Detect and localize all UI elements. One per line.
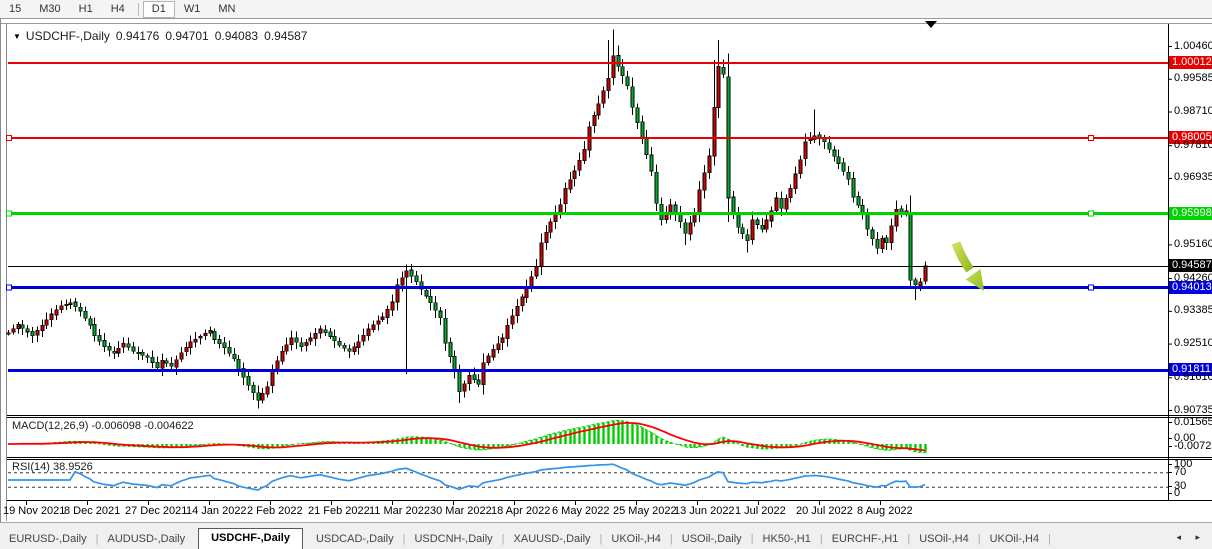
price-axis-label: 1.00460 xyxy=(1174,41,1212,52)
price-axis-label: 0.91610 xyxy=(1174,372,1212,383)
price-axis-label: 0.90735 xyxy=(1174,405,1212,416)
date-label: 8 Dec 2021 xyxy=(64,505,120,517)
tab-usoil-h4[interactable]: USOil-,H4 xyxy=(910,530,978,549)
tab-usdchf-daily[interactable]: USDCHF-,Daily xyxy=(198,528,303,549)
trading-terminal-window: 15M30H1H4D1W1MN ▼USDCHF-,Daily0.941760.9… xyxy=(0,0,1212,549)
tab-usoil-daily[interactable]: USOil-,Daily xyxy=(673,530,751,549)
date-label: 25 May 2022 xyxy=(613,505,677,517)
hline-0.95998[interactable] xyxy=(7,211,1169,216)
title-low: 0.94083 xyxy=(215,29,258,43)
horizontal-lines-layer[interactable] xyxy=(7,63,1169,371)
price-badge-0.95998: 0.95998 xyxy=(1169,207,1212,220)
tab-audusd-daily[interactable]: AUDUSD-,Daily xyxy=(98,530,194,549)
date-label: 19 Nov 2021 xyxy=(3,505,65,517)
hline-0.94013[interactable] xyxy=(7,285,1169,290)
tab-xauusd-daily[interactable]: XAUUSD-,Daily xyxy=(505,530,600,549)
price-badge-1.00012: 1.00012 xyxy=(1169,56,1212,69)
date-label: 1 Jul 2022 xyxy=(735,505,786,517)
rsi-axis-label: 0 xyxy=(1174,488,1180,499)
macd-label: MACD(12,26,9) -0.006098 -0.004622 xyxy=(12,420,194,432)
panel-borders xyxy=(0,18,1212,549)
date-label: 2 Feb 2022 xyxy=(247,505,303,517)
tab-ukoil-h4[interactable]: UKOil-,H4 xyxy=(981,530,1049,549)
date-label: 30 Mar 2022 xyxy=(430,505,492,517)
rsi-label: RSI(14) 38.9526 xyxy=(12,461,93,473)
title-close: 0.94587 xyxy=(264,29,307,43)
title-high: 0.94701 xyxy=(165,29,208,43)
tab-usdcnh-daily[interactable]: USDCNH-,Daily xyxy=(405,530,501,549)
tab-separator: | xyxy=(1048,530,1051,549)
chart-canvas[interactable] xyxy=(0,0,1212,549)
bar-position-marker-icon xyxy=(925,21,937,28)
price-axis-label: 0.98710 xyxy=(1174,106,1212,117)
date-label: 13 Jun 2022 xyxy=(674,505,735,517)
title-open: 0.94176 xyxy=(116,29,159,43)
price-axis-label: 0.96935 xyxy=(1174,172,1212,183)
symbol-dropdown-icon: ▼ xyxy=(13,32,21,41)
price-axis-label: 0.99585 xyxy=(1174,73,1212,84)
date-label: 8 Aug 2022 xyxy=(857,505,913,517)
date-label: 18 Apr 2022 xyxy=(491,505,550,517)
date-label: 20 Jul 2022 xyxy=(796,505,853,517)
macd-axis-label: 0.015654 xyxy=(1174,417,1212,428)
tab-ukoil-h4[interactable]: UKOil-,H4 xyxy=(602,530,670,549)
macd-axis-label: -0.007259 xyxy=(1174,441,1212,452)
hline-0.98005[interactable] xyxy=(7,136,1169,141)
price-axis-label: 0.97810 xyxy=(1174,140,1212,151)
chart-title: ▼ USDCHF-,Daily 0.94176 0.94701 0.94083 0.945… xyxy=(13,29,307,43)
date-label: 21 Feb 2022 xyxy=(308,505,370,517)
tab-hk50-h1[interactable]: HK50-,H1 xyxy=(754,530,820,549)
tab-eurchf-h1[interactable]: EURCHF-,H1 xyxy=(823,530,908,549)
date-label: 11 Mar 2022 xyxy=(369,505,430,517)
title-symbol: USDCHF-,Daily xyxy=(26,29,110,43)
symbol-tab-bar: EURUSD-,Daily | AUDUSD-,DailyUSDCHF-,Daily… xyxy=(0,522,1212,549)
rsi-axis-label: 70 xyxy=(1174,467,1186,478)
price-axis-label: 0.93385 xyxy=(1174,305,1212,316)
date-label: 27 Dec 2021 xyxy=(125,505,187,517)
price-axis-label: 0.95160 xyxy=(1174,239,1212,250)
tab-scroll-arrows[interactable]: ◂ ▸ xyxy=(1176,532,1206,543)
tab-eurusd-daily[interactable]: EURUSD-,Daily xyxy=(0,530,96,549)
date-label: 14 Jan 2022 xyxy=(186,505,247,517)
price-axis-label: 0.92510 xyxy=(1174,338,1212,349)
date-label: 6 May 2022 xyxy=(552,505,609,517)
price-badge-0.94587: 0.94587 xyxy=(1169,259,1212,272)
price-axis-label: 0.94260 xyxy=(1174,273,1212,284)
rsi-layer xyxy=(8,464,1168,490)
candles-layer xyxy=(7,30,927,409)
tab-usdcad-daily[interactable]: USDCAD-,Daily xyxy=(307,530,403,549)
